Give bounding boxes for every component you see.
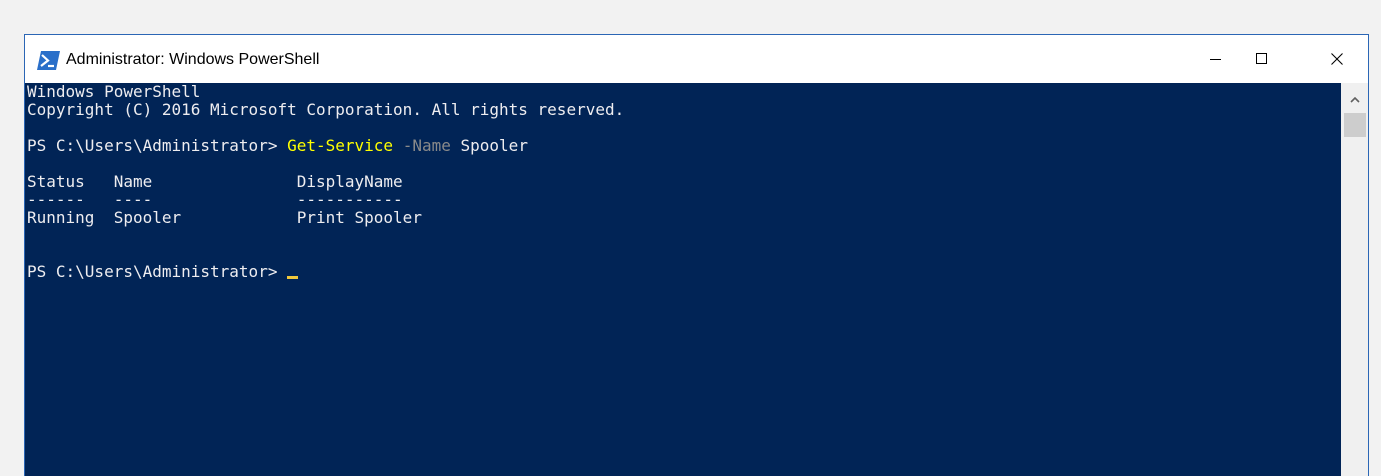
close-icon [1331,50,1343,69]
powershell-icon [37,51,60,70]
console-output[interactable]: Windows PowerShell Copyright (C) 2016 Mi… [25,83,1341,476]
command-line: PS C:\Users\Administrator> Get-Service -… [27,137,528,155]
parameter-value: Spooler [460,136,528,155]
prompt: PS C:\Users\Administrator> [27,136,288,155]
close-button[interactable] [1313,35,1361,83]
vertical-scrollbar[interactable] [1341,83,1368,476]
current-prompt: PS C:\Users\Administrator> [27,262,288,281]
title-bar[interactable]: Administrator: Windows PowerShell [25,35,1368,83]
maximize-icon [1256,50,1268,69]
table-header: Status Name DisplayName [27,172,403,191]
cmdlet-name: Get-Service [287,136,394,155]
maximize-button[interactable] [1238,35,1286,83]
scroll-up-button[interactable] [1341,83,1368,111]
table-underline: ------ ---- ----------- [27,190,403,209]
table-row: Running Spooler Print Spooler [27,208,422,227]
powershell-window: Administrator: Windows PowerShell Window… [24,34,1369,476]
chevron-up-icon [1350,88,1360,107]
parameter-name: -Name [402,136,451,155]
window-title: Administrator: Windows PowerShell [66,51,320,68]
text-cursor [287,276,299,279]
minimize-icon [1210,50,1222,69]
scroll-thumb[interactable] [1344,113,1366,137]
minimize-button[interactable] [1192,35,1240,83]
banner-line-2: Copyright (C) 2016 Microsoft Corporation… [27,100,625,119]
current-prompt-line[interactable]: PS C:\Users\Administrator> [27,262,299,281]
banner-line-1: Windows PowerShell [27,83,201,101]
